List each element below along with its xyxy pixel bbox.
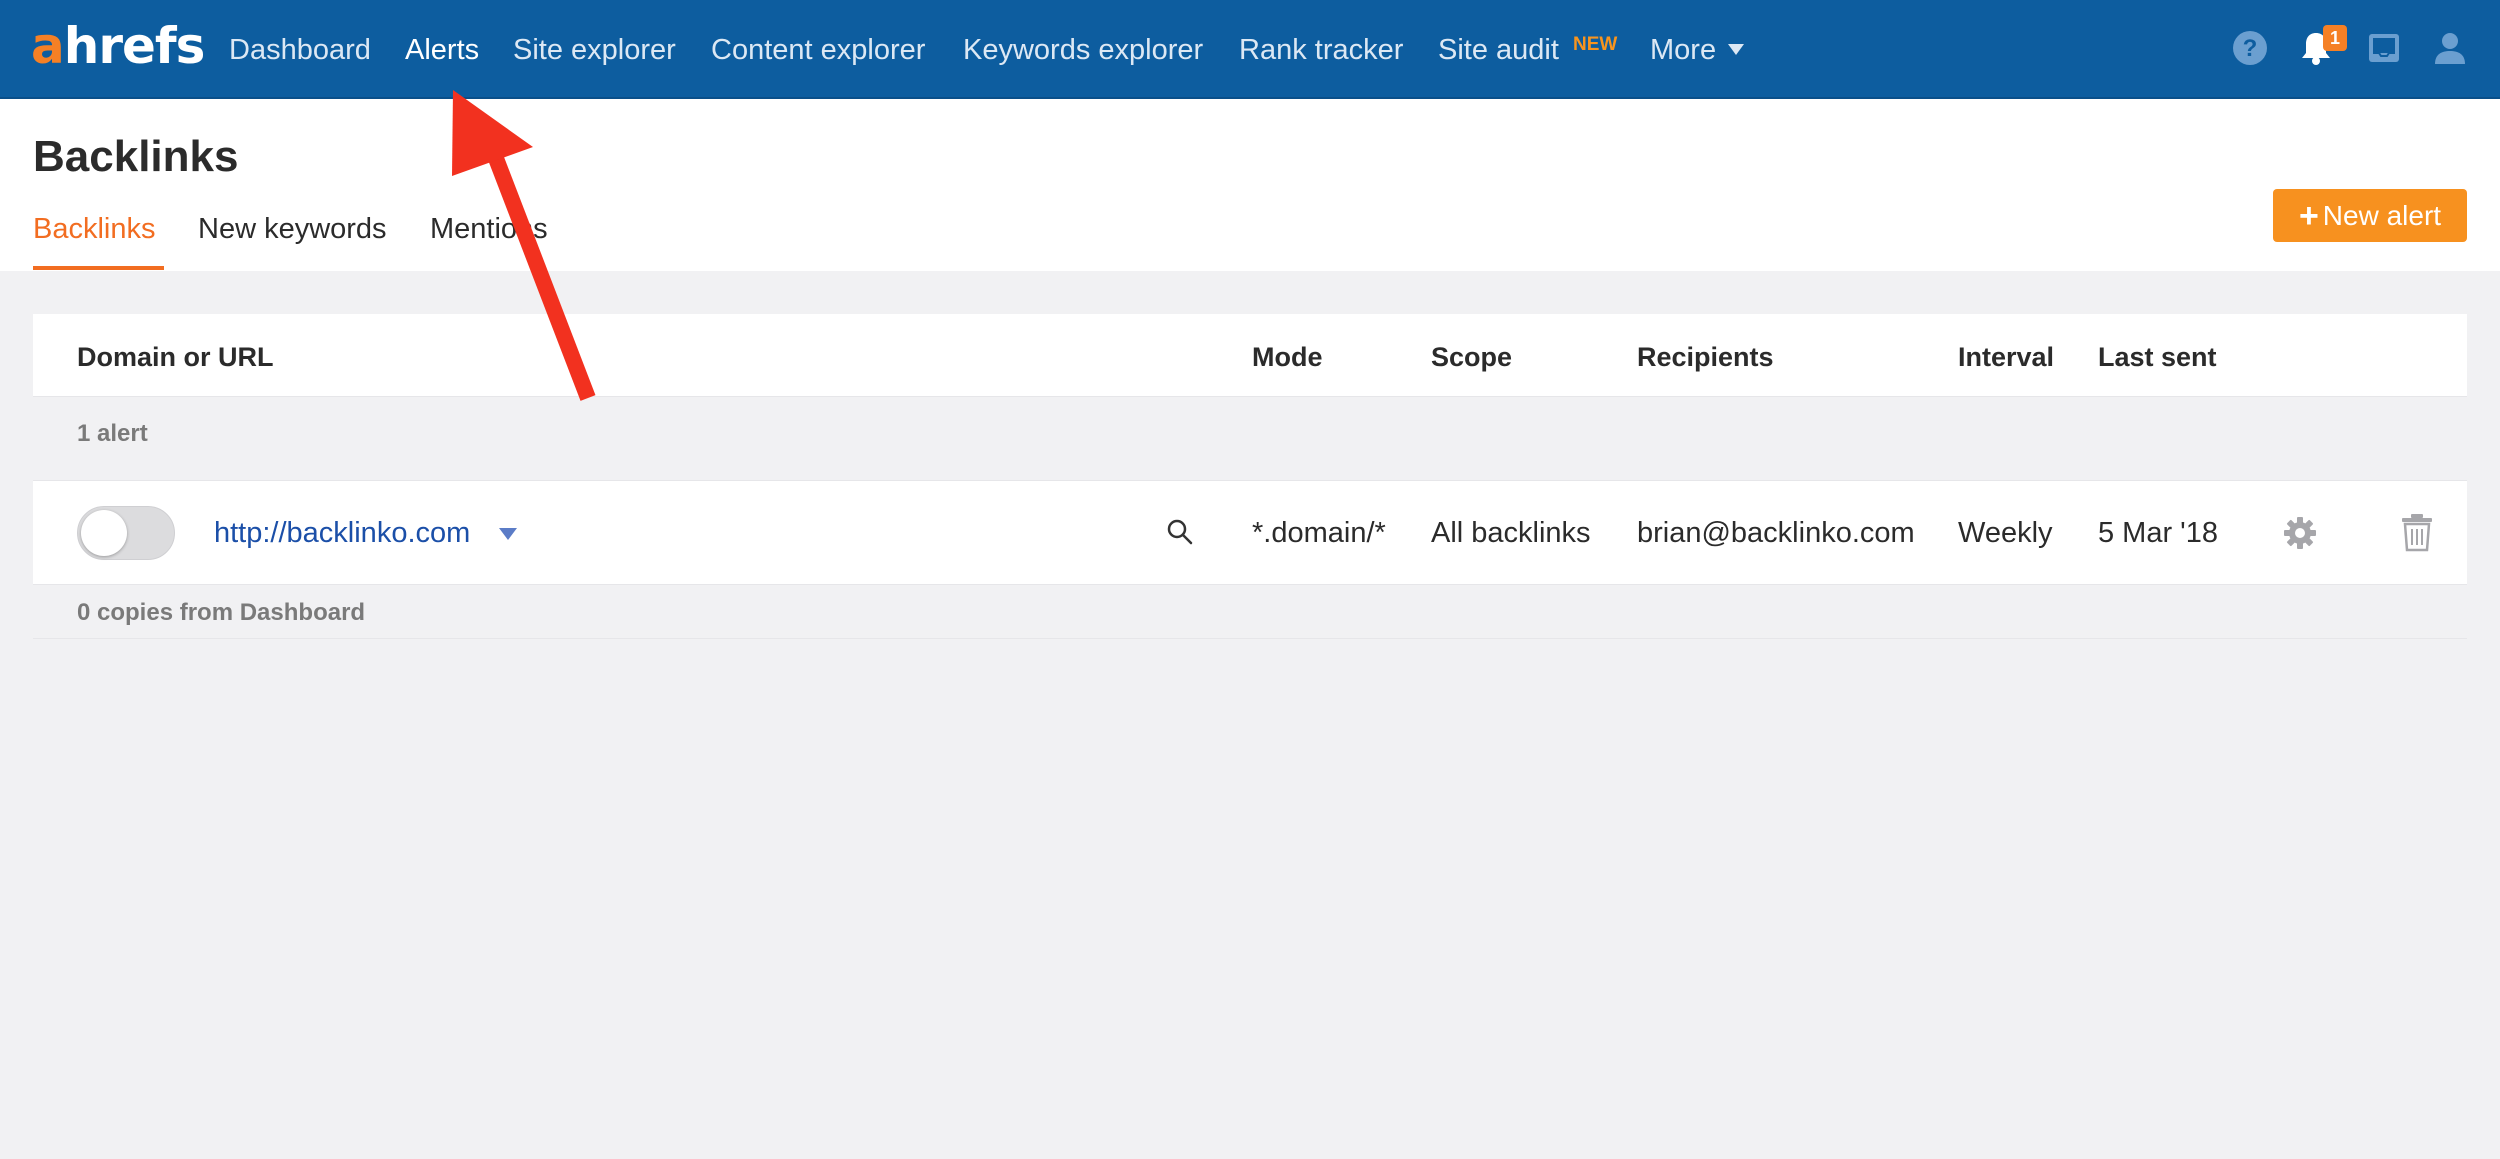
svg-text:?: ? — [2243, 35, 2258, 62]
alerts-table: Domain or URL Mode Scope Recipients Inte… — [33, 314, 2467, 639]
alert-recipients: brian@backlinko.com — [1637, 517, 1915, 549]
new-alert-button[interactable]: + New alert — [2273, 189, 2467, 242]
column-header-last-sent: Last sent — [2098, 342, 2217, 372]
alert-scope: All backlinks — [1431, 517, 1591, 549]
chevron-down-icon — [1728, 44, 1745, 55]
table-row: http://backlinko.com *.domain/* All back… — [33, 481, 2467, 585]
gear-icon[interactable] — [2281, 514, 2319, 557]
tab-new-keywords[interactable]: New keywords — [198, 209, 387, 249]
chevron-down-icon[interactable] — [499, 528, 517, 540]
column-header-domain: Domain or URL — [77, 342, 274, 372]
page-header: Backlinks Backlinks New keywords Mention… — [0, 99, 2500, 271]
new-badge: NEW — [1573, 34, 1618, 55]
nav-alerts[interactable]: Alerts — [405, 30, 479, 70]
new-alert-label: New alert — [2322, 200, 2442, 231]
user-icon[interactable] — [2430, 28, 2470, 68]
nav-site-explorer[interactable]: Site explorer — [513, 30, 676, 70]
top-navigation-bar: ahrefs Dashboard Alerts Site explorer Co… — [0, 0, 2500, 99]
group-row: 1 alert — [33, 397, 2467, 481]
ahrefs-logo[interactable]: ahrefs — [31, 16, 205, 76]
alert-interval: Weekly — [1958, 517, 2053, 549]
nav-keywords-explorer[interactable]: Keywords explorer — [963, 30, 1203, 70]
copies-row: 0 copies from Dashboard — [33, 585, 2467, 639]
active-tab-indicator — [33, 266, 164, 270]
alert-last-sent: 5 Mar '18 — [2098, 517, 2218, 549]
column-header-interval: Interval — [1958, 342, 2055, 372]
tab-mentions[interactable]: Mentions — [430, 209, 548, 249]
nav-rank-tracker[interactable]: Rank tracker — [1239, 30, 1403, 70]
table-header: Domain or URL Mode Scope Recipients Inte… — [33, 314, 2467, 397]
help-icon[interactable]: ? — [2230, 28, 2270, 68]
toggle-knob — [81, 510, 127, 556]
nav-dashboard[interactable]: Dashboard — [229, 30, 371, 70]
search-icon[interactable] — [1165, 517, 1195, 552]
copies-from-dashboard-label: 0 copies from Dashboard — [77, 599, 366, 626]
page-title: Backlinks — [33, 132, 239, 181]
nav-more-menu[interactable]: More — [1650, 30, 1745, 70]
inbox-icon[interactable] — [2364, 28, 2404, 68]
plus-icon: + — [2298, 197, 2319, 235]
nav-site-audit[interactable]: Site audit — [1438, 30, 1559, 70]
alert-count-label: 1 alert — [77, 420, 148, 447]
alert-url-link[interactable]: http://backlinko.com — [214, 514, 470, 552]
notification-count-badge: 1 — [2323, 25, 2347, 51]
column-header-mode: Mode — [1252, 342, 1323, 372]
nav-more-label: More — [1650, 34, 1717, 66]
alert-mode: *.domain/* — [1252, 517, 1386, 549]
tab-backlinks[interactable]: Backlinks — [33, 209, 156, 249]
trash-icon[interactable] — [2399, 512, 2435, 557]
column-header-recipients: Recipients — [1637, 342, 1774, 372]
column-header-scope: Scope — [1431, 342, 1513, 372]
alert-enabled-toggle[interactable] — [77, 506, 175, 560]
nav-content-explorer[interactable]: Content explorer — [711, 30, 925, 70]
